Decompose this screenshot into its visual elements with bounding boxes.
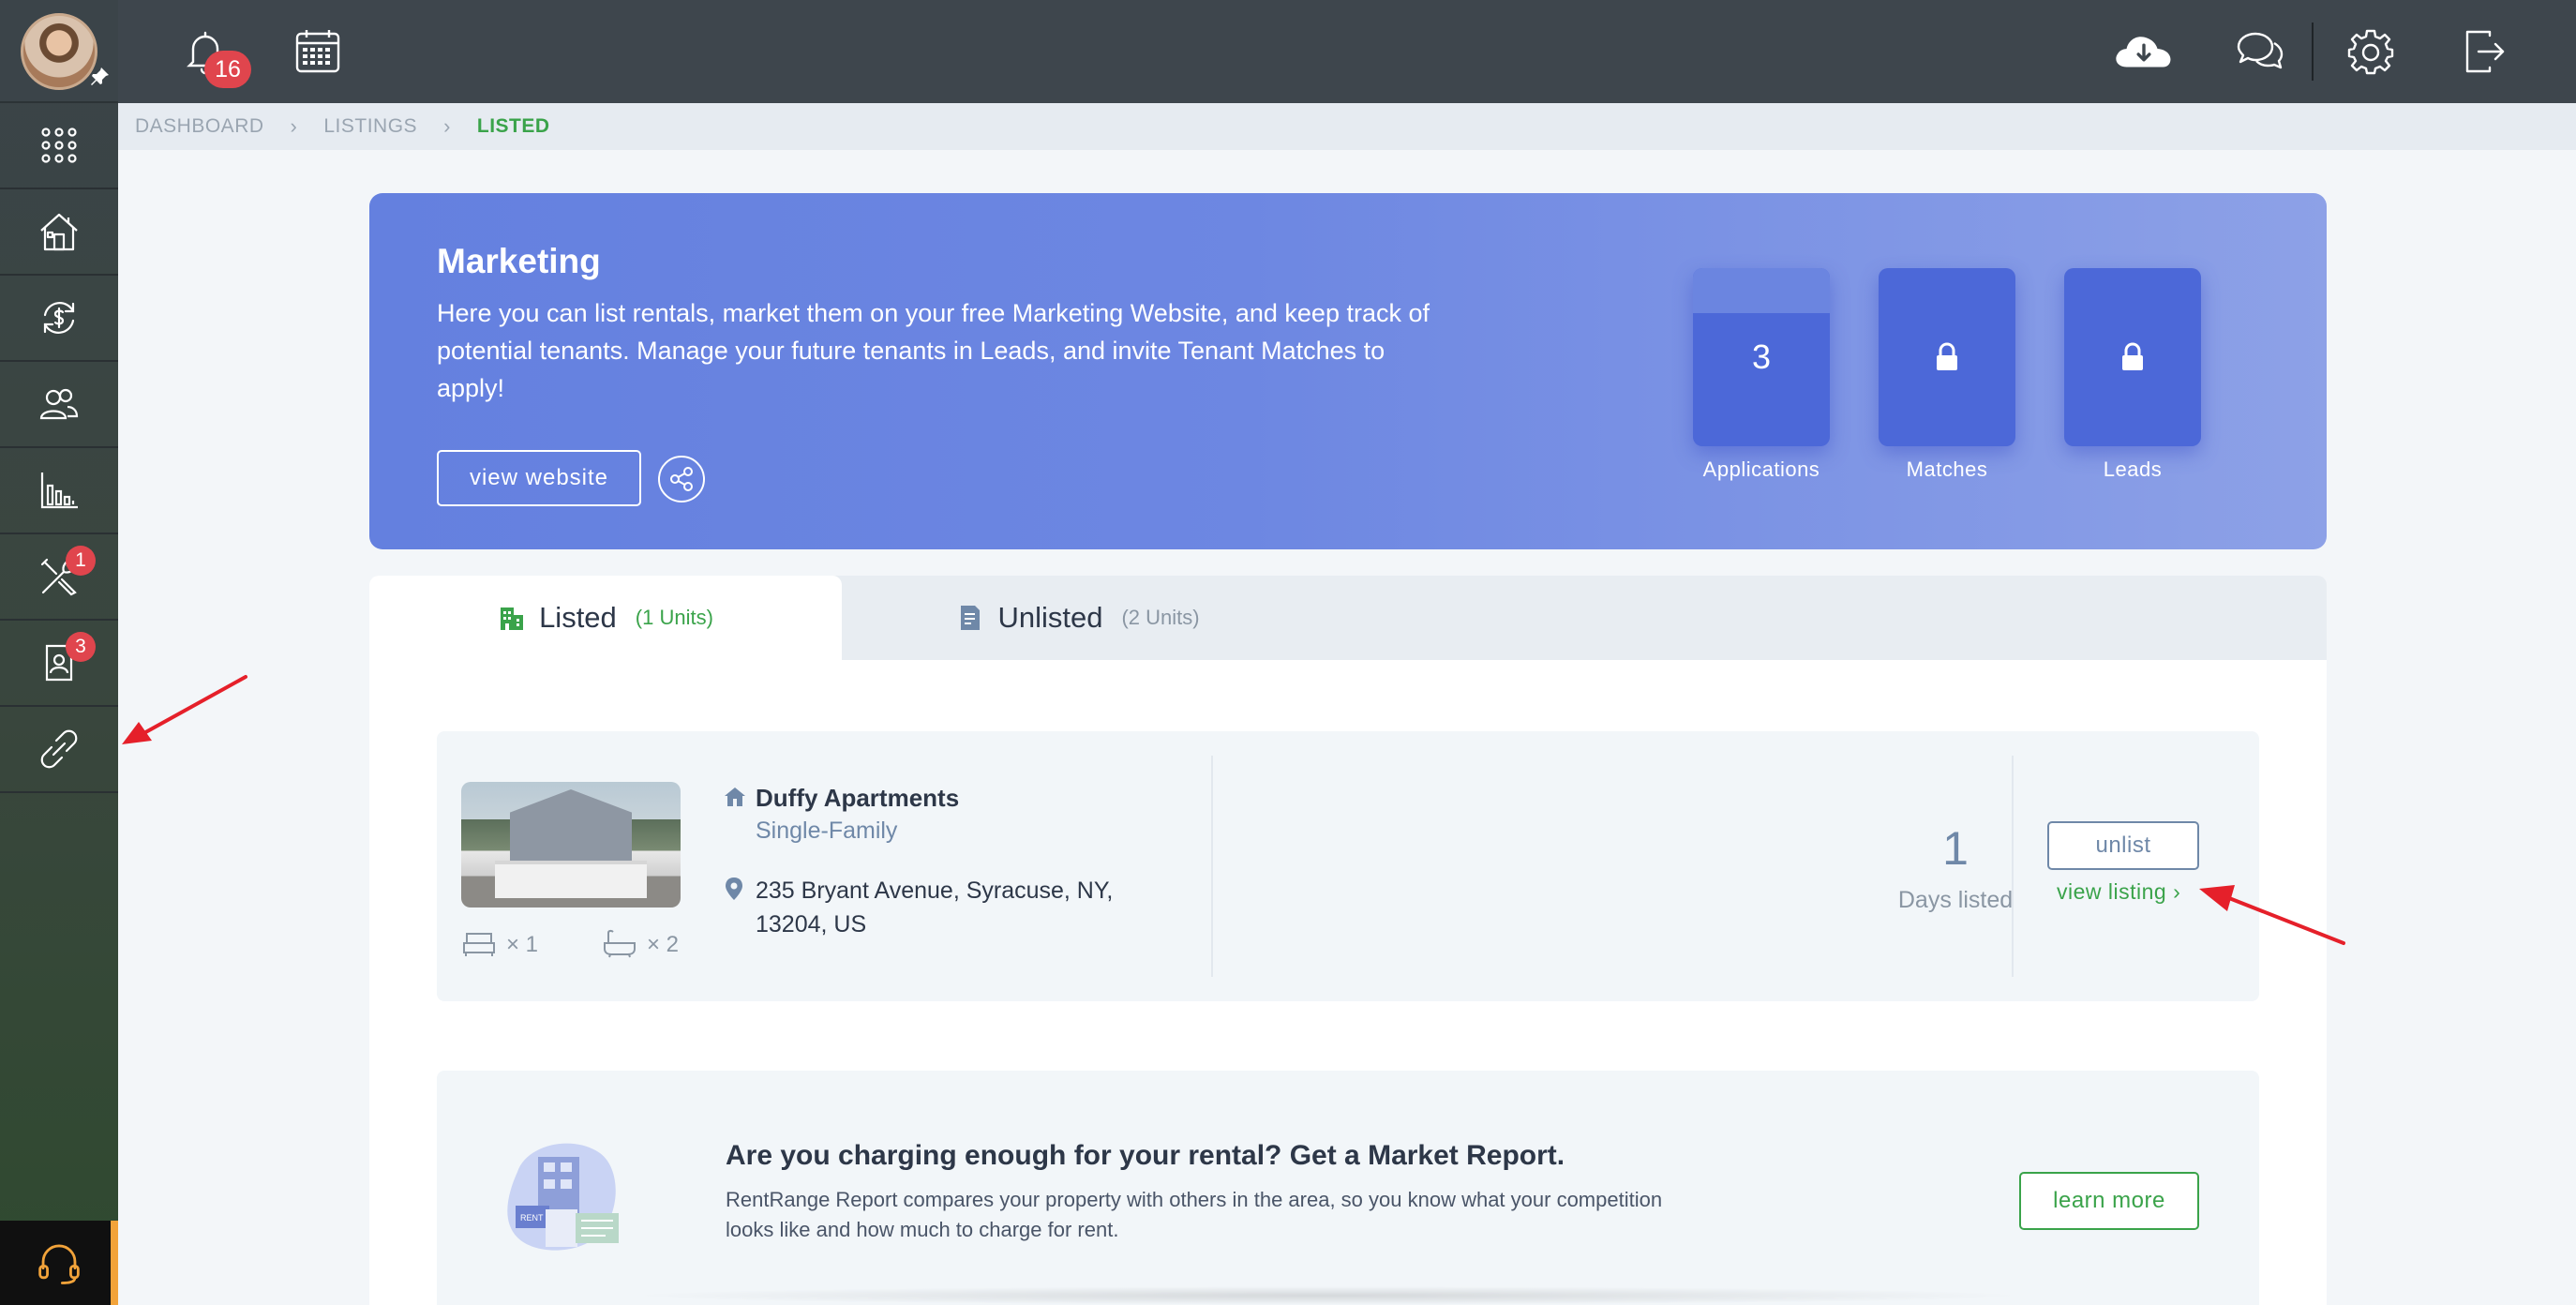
annotation-arrow-view-listing bbox=[2199, 885, 2345, 945]
leads-label: Leads bbox=[2103, 458, 2163, 481]
listing-tabs: Listed (1 Units) Unlisted (2 Units) bbox=[369, 576, 2327, 660]
days-listed-count: 1 bbox=[1942, 822, 1969, 875]
property-photo[interactable] bbox=[461, 782, 681, 908]
tab-listed-label: Listed bbox=[539, 601, 617, 634]
document-icon bbox=[961, 606, 981, 630]
calendar-button[interactable] bbox=[291, 24, 345, 79]
logout-button[interactable] bbox=[2458, 24, 2512, 79]
sidebar-item-people[interactable] bbox=[0, 362, 118, 448]
property-name[interactable]: Duffy Apartments bbox=[756, 784, 959, 813]
support-button[interactable] bbox=[0, 1221, 118, 1305]
card-shadow bbox=[624, 1286, 2030, 1305]
banner-description: Here you can list rentals, market them o… bbox=[437, 299, 1430, 402]
tab-listed[interactable]: Listed (1 Units) bbox=[369, 576, 842, 660]
sidebar-item-integrations[interactable] bbox=[0, 707, 118, 793]
unlist-button[interactable]: unlist bbox=[2047, 821, 2199, 870]
listing-card: × 1 × 2 Duffy Apartments Single-Family 2… bbox=[437, 731, 2259, 1001]
annotation-arrow-sidebar bbox=[122, 675, 247, 744]
home-icon bbox=[725, 788, 745, 806]
cloud-download-icon bbox=[2116, 37, 2171, 68]
divider bbox=[2012, 756, 2014, 977]
market-report-illustration: RENT bbox=[507, 1143, 619, 1251]
baths-count: × 2 bbox=[647, 932, 680, 957]
sidebar-item-accounting[interactable] bbox=[0, 276, 118, 362]
reports-icon bbox=[40, 472, 78, 509]
maintenance-badge: 1 bbox=[66, 546, 96, 576]
share-icon bbox=[670, 467, 693, 491]
messages-button[interactable] bbox=[2233, 24, 2287, 79]
card-top-strip bbox=[1693, 268, 1830, 313]
avatar-area bbox=[0, 0, 118, 103]
accounting-icon bbox=[43, 302, 75, 334]
logout-icon bbox=[2465, 30, 2505, 73]
properties-icon bbox=[40, 213, 78, 251]
sidebar-item-maintenance[interactable]: 1 bbox=[0, 534, 118, 621]
report-description: RentRange Report compares your property … bbox=[726, 1188, 1663, 1241]
matches-card[interactable] bbox=[1879, 268, 2015, 446]
tab-unlisted[interactable]: Unlisted (2 Units) bbox=[842, 576, 1314, 660]
apps-grid-icon bbox=[41, 128, 77, 163]
beds-amenity: × 1 bbox=[461, 928, 538, 958]
applications-label: Applications bbox=[1702, 458, 1820, 481]
sidebar-item-reports[interactable] bbox=[0, 448, 118, 534]
location-pin-icon bbox=[726, 878, 742, 900]
banner-title: Marketing bbox=[437, 242, 601, 280]
building-icon bbox=[501, 608, 524, 630]
share-button[interactable] bbox=[658, 456, 705, 502]
rent-sign-text: RENT bbox=[520, 1213, 544, 1222]
porch-shape bbox=[495, 861, 647, 898]
breadcrumb-listings[interactable]: LISTINGS bbox=[323, 115, 417, 138]
topbar-divider bbox=[2312, 22, 2314, 81]
sidebar-item-applicants[interactable]: 3 bbox=[0, 621, 118, 707]
breadcrumb-dashboard[interactable]: DASHBOARD bbox=[135, 115, 264, 138]
bed-icon bbox=[463, 933, 495, 956]
sidebar-item-properties[interactable] bbox=[0, 189, 118, 276]
beds-count: × 1 bbox=[506, 932, 539, 957]
market-report-card: RENT Are you charging enough for your re… bbox=[437, 1071, 2259, 1305]
applications-card[interactable]: 3 bbox=[1693, 268, 1830, 446]
top-bar: 16 bbox=[118, 0, 2576, 103]
lock-icon bbox=[1937, 342, 1957, 370]
days-listed-label: Days listed bbox=[1897, 887, 2014, 913]
tab-unlisted-label: Unlisted bbox=[997, 601, 1103, 634]
support-accent bbox=[111, 1221, 118, 1305]
pin-icon[interactable] bbox=[88, 66, 111, 88]
breadcrumb-listed: LISTED bbox=[476, 115, 550, 137]
chevron-right-icon: › bbox=[443, 114, 451, 138]
view-listing-link[interactable]: view listing › bbox=[2057, 879, 2180, 905]
report-title: Are you charging enough for your rental?… bbox=[726, 1140, 1565, 1171]
avatar[interactable] bbox=[21, 13, 97, 90]
download-button[interactable] bbox=[2111, 24, 2177, 79]
view-website-button[interactable]: view website bbox=[437, 450, 641, 506]
chat-icon bbox=[2237, 32, 2284, 69]
applications-count: 3 bbox=[1751, 338, 1772, 376]
divider bbox=[1211, 756, 1213, 977]
headset-icon bbox=[38, 1244, 80, 1284]
tab-unlisted-count: (2 Units) bbox=[1121, 606, 1200, 629]
leads-card[interactable] bbox=[2064, 268, 2201, 446]
property-address: 235 Bryant Avenue, Syracuse, NY, 13204, … bbox=[756, 878, 1114, 938]
bathtub-icon bbox=[604, 929, 636, 958]
lock-icon bbox=[2122, 342, 2143, 370]
matches-label: Matches bbox=[1906, 458, 1988, 481]
sidebar: 1 3 bbox=[0, 0, 118, 1305]
marketing-banner: Marketing Here you can list rentals, mar… bbox=[369, 193, 2327, 549]
people-icon bbox=[39, 388, 79, 420]
tab-listed-count: (1 Units) bbox=[635, 606, 713, 629]
notification-badge: 16 bbox=[204, 51, 251, 88]
calendar-icon bbox=[295, 30, 340, 73]
baths-amenity: × 2 bbox=[602, 928, 679, 958]
learn-more-button[interactable]: learn more bbox=[2019, 1172, 2199, 1230]
breadcrumb: DASHBOARD › LISTINGS › LISTED bbox=[118, 103, 2576, 150]
gear-icon bbox=[2347, 29, 2394, 75]
applicants-badge: 3 bbox=[66, 632, 96, 662]
sidebar-item-apps[interactable] bbox=[0, 103, 118, 189]
chevron-right-icon: › bbox=[290, 114, 298, 138]
property-type: Single-Family bbox=[756, 818, 898, 844]
settings-button[interactable] bbox=[2344, 24, 2398, 79]
integrations-link-icon bbox=[40, 729, 78, 769]
